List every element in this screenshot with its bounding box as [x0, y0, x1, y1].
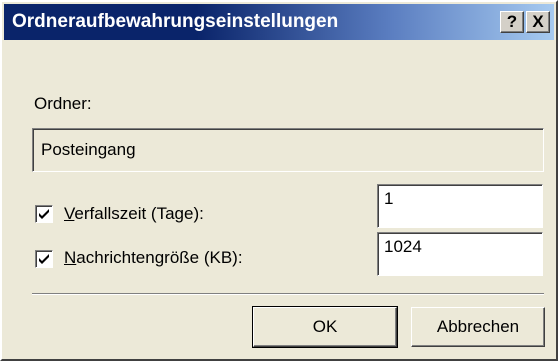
checkmark-icon	[39, 254, 49, 264]
help-button[interactable]: ?	[500, 11, 524, 33]
message-size-label[interactable]: Nachrichtengröße (KB):	[64, 248, 243, 268]
folder-value: Posteingang	[41, 140, 136, 159]
expiry-label-mnemonic: V	[64, 204, 75, 223]
question-mark-icon: ?	[506, 12, 518, 31]
folder-retention-settings-dialog: Ordneraufbewahrungseinstellungen ? X Ord…	[0, 0, 558, 361]
message-size-label-text: achrichtengröße (KB):	[76, 248, 243, 267]
cancel-button[interactable]: Abbrechen	[411, 307, 545, 347]
folder-label: Ordner:	[34, 94, 92, 113]
expiry-days-input[interactable]: 1	[377, 184, 543, 228]
dialog-title: Ordneraufbewahrungseinstellungen	[12, 11, 339, 32]
title-bar[interactable]: Ordneraufbewahrungseinstellungen ? X	[4, 4, 554, 40]
close-button[interactable]: X	[526, 11, 550, 33]
expiry-label[interactable]: Verfallszeit (Tage):	[64, 204, 204, 224]
expiry-checkbox[interactable]	[35, 205, 53, 223]
message-size-checkbox[interactable]	[35, 250, 53, 268]
expiry-days-value: 1	[384, 189, 394, 208]
message-size-label-mnemonic: N	[64, 248, 77, 267]
folder-field: Posteingang	[32, 128, 544, 172]
ok-button[interactable]: OK	[252, 306, 398, 348]
message-size-value: 1024	[384, 237, 422, 256]
message-size-input[interactable]: 1024	[377, 232, 543, 276]
checkmark-icon	[39, 209, 49, 219]
expiry-label-text: erfallszeit (Tage):	[74, 204, 204, 223]
close-icon: X	[532, 12, 544, 31]
separator-line	[32, 293, 544, 295]
